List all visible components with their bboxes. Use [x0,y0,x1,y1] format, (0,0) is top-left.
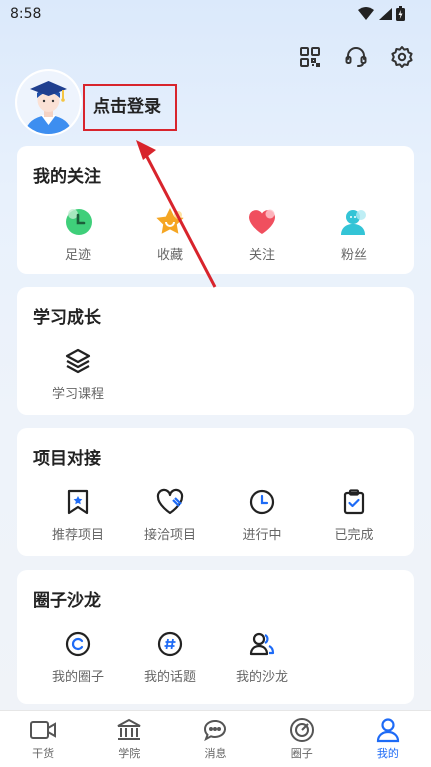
tab-circles[interactable]: 圈子 [259,711,345,767]
top-actions [297,44,415,70]
follow-item-footprint[interactable]: 足迹 [32,206,124,263]
bookmark-star-icon [62,486,94,518]
tab-academy[interactable]: 学院 [86,711,172,767]
follow-item-following[interactable]: 关注 [216,206,308,263]
tab-label: 我的 [376,747,399,760]
user-icon [338,206,370,238]
clock-icon [246,486,278,518]
bottom-tab-bar: 干货 学院 消息 圈子 我的 [0,710,431,767]
salon-item-label: 我的圈子 [51,670,104,685]
status-icons [358,6,405,21]
signal-icon [379,7,392,20]
salon-item-label: 我的话题 [143,670,196,685]
handshake-heart-icon [154,486,186,518]
bank-icon [86,717,172,743]
tab-label: 圈子 [290,747,313,760]
project-card: 项目对接 推荐项目 接洽项目 进行中 已完成 [17,428,414,556]
follow-card-title: 我的关注 [33,167,101,187]
customer-service-icon[interactable] [343,44,369,70]
status-time: 8:58 [10,6,42,22]
people-icon [246,628,278,660]
project-item-completed[interactable]: 已完成 [308,486,400,543]
tab-mine[interactable]: 我的 [345,711,431,767]
tab-label: 消息 [204,747,227,760]
salon-card: 圈子沙龙 我的圈子 我的话题 我的沙龙 [17,570,414,704]
chat-icon [172,717,258,743]
tab-messages[interactable]: 消息 [172,711,258,767]
project-item-negotiating[interactable]: 接洽项目 [124,486,216,543]
project-item-label: 推荐项目 [51,528,104,543]
star-icon [154,206,186,238]
project-card-title: 项目对接 [33,449,101,469]
salon-card-title: 圈子沙龙 [33,591,101,611]
settings-gear-icon[interactable] [389,44,415,70]
clock-icon [62,206,94,238]
radar-icon [259,717,345,743]
follow-item-fans[interactable]: 粉丝 [308,206,400,263]
qr-code-icon[interactable] [297,44,323,70]
study-card-title: 学习成长 [33,308,101,328]
study-item-label: 学习课程 [51,387,104,402]
circle-icon [62,628,94,660]
follow-card: 我的关注 足迹 收藏 关注 粉丝 [17,146,414,274]
follow-item-label: 关注 [248,248,275,263]
person-icon [345,717,431,743]
layers-icon [62,345,94,377]
avatar[interactable] [17,71,80,134]
status-bar: 8:58 [0,0,431,30]
salon-item-label: 我的沙龙 [235,670,288,685]
study-item-courses[interactable]: 学习课程 [32,345,124,402]
follow-item-favorites[interactable]: 收藏 [124,206,216,263]
heart-icon [246,206,278,238]
project-item-label: 已完成 [334,528,374,543]
follow-item-label: 粉丝 [340,248,367,263]
study-card: 学习成长 学习课程 [17,287,414,415]
wifi-icon [358,6,374,20]
battery-icon [396,6,405,21]
salon-item-my-salons[interactable]: 我的沙龙 [216,628,308,685]
salon-item-my-topics[interactable]: 我的话题 [124,628,216,685]
tab-label: 干货 [32,747,55,760]
project-item-recommended[interactable]: 推荐项目 [32,486,124,543]
follow-item-label: 收藏 [156,248,183,263]
project-item-in-progress[interactable]: 进行中 [216,486,308,543]
hashtag-icon [154,628,186,660]
follow-item-label: 足迹 [64,248,91,263]
project-item-label: 接洽项目 [143,528,196,543]
tab-label: 学院 [118,747,141,760]
clipboard-check-icon [338,486,370,518]
project-item-label: 进行中 [242,528,282,543]
video-icon [0,717,86,743]
login-button[interactable]: 点击登录 [93,92,161,117]
tab-dry-goods[interactable]: 干货 [0,711,86,767]
salon-item-my-circles[interactable]: 我的圈子 [32,628,124,685]
